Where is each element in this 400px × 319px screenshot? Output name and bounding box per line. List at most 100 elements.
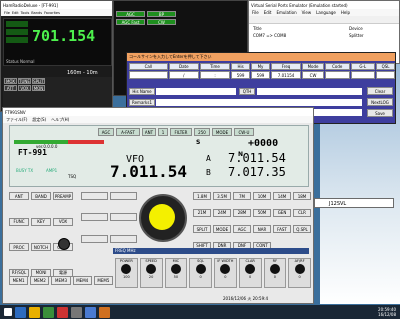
mid-btn-6[interactable] xyxy=(110,234,137,243)
band-10m[interactable]: 10M xyxy=(253,192,271,200)
qth-input[interactable] xyxy=(257,88,362,95)
mode-label[interactable]: MODE xyxy=(212,128,232,136)
preamp-button[interactable]: PREAMP xyxy=(53,192,73,200)
band-18m[interactable]: 18M xyxy=(293,192,311,200)
band-21m[interactable]: 21M xyxy=(193,208,211,217)
split-button[interactable]: SPLIT xyxy=(32,78,45,84)
mid-btn-4[interactable] xyxy=(110,213,137,222)
remarks1-input[interactable] xyxy=(156,99,362,106)
val-qsl-input[interactable] xyxy=(376,71,395,79)
vox-button-ft[interactable]: VOX xyxy=(53,217,73,226)
his-name-input[interactable] xyxy=(156,88,236,95)
ft991-menu-help[interactable]: ヘルプ(H) xyxy=(51,117,69,123)
mid-btn-5[interactable] xyxy=(81,234,108,243)
band-clr[interactable]: CLR xyxy=(293,208,311,217)
agc-button-ft[interactable]: AGC xyxy=(233,225,251,233)
vspe-titlebar[interactable]: Virtual Serial Ports Emulator (Emulation… xyxy=(249,1,399,9)
taskbar-app-7-icon[interactable] xyxy=(99,306,110,318)
mem2-button[interactable]: MEM2 xyxy=(30,276,50,285)
vspe-menu-view[interactable]: View xyxy=(302,10,312,15)
menu-edit[interactable]: Edit xyxy=(12,11,19,15)
ant-value[interactable]: 1 xyxy=(158,128,168,136)
band-24m[interactable]: 24M xyxy=(213,208,231,217)
knob-ifwidth[interactable]: IF WIDTH 0 xyxy=(214,258,237,288)
val-code-input[interactable] xyxy=(324,71,350,79)
vspe-menu-language[interactable]: Language xyxy=(316,10,336,15)
taskbar-app-3-icon[interactable] xyxy=(43,306,54,318)
vspe-row-device[interactable]: COM7 => COM8 xyxy=(253,33,286,38)
band-1.8m[interactable]: 1.8M xyxy=(193,192,211,200)
taskbar-app-2-icon[interactable] xyxy=(29,306,40,318)
band-14m[interactable]: 14M xyxy=(273,192,291,200)
vox-button[interactable]: VOX xyxy=(18,85,31,91)
val-date-input[interactable]: / xyxy=(168,71,199,79)
mon-button[interactable]: MON xyxy=(32,85,45,91)
taskbar-app-6-icon[interactable] xyxy=(85,306,96,318)
knob-afrf[interactable]: AF/RF 0 xyxy=(288,258,311,288)
func-button[interactable]: FUNC xyxy=(9,217,29,226)
mode-button-ft[interactable]: MODE xyxy=(213,225,231,233)
ft991-titlebar[interactable]: FT991SNV xyxy=(3,108,313,116)
menu-tools[interactable]: Tools xyxy=(21,11,30,15)
clear-button[interactable]: Clear xyxy=(367,87,393,95)
band-7m[interactable]: 7M xyxy=(233,192,251,200)
band-28m[interactable]: 28M xyxy=(233,208,251,217)
taskbar-app-1-icon[interactable] xyxy=(15,306,26,318)
knob-rf[interactable]: RF 0 xyxy=(263,258,287,288)
ant-label[interactable]: ANT xyxy=(142,128,156,136)
mox-button[interactable]: MOX xyxy=(4,78,17,84)
filter-value[interactable]: 250 xyxy=(194,128,210,136)
ft991-menu-file[interactable]: ファイル(F) xyxy=(6,117,27,123)
hamradio-titlebar[interactable]: HamRadioDeluxe - [FT-991] xyxy=(1,1,112,9)
key-button[interactable]: KEY xyxy=(31,217,51,226)
nar-button[interactable]: NAR xyxy=(253,225,271,233)
ant-button[interactable]: ANT xyxy=(9,192,29,200)
nextlog-button[interactable]: NextLOG xyxy=(367,98,393,106)
mid-btn-1[interactable] xyxy=(81,192,108,200)
freq-slider-bar[interactable]: FREQ MHz xyxy=(113,248,309,254)
qspl-button[interactable]: Q.SPL xyxy=(293,225,311,233)
menu-favorites[interactable]: Favorites xyxy=(44,11,60,15)
taskbar-clock[interactable]: 20:59:40 16/12/08 xyxy=(378,307,400,317)
knob-mic[interactable]: MIC 50 xyxy=(164,258,188,288)
vspe-menu-emulation[interactable]: Emulation xyxy=(276,10,296,15)
side-btn-cw[interactable]: CW xyxy=(147,19,176,25)
save-button[interactable]: Save xyxy=(367,109,393,117)
split-button-ft[interactable]: SPLIT xyxy=(193,225,211,233)
side-btn-bp[interactable]: BP xyxy=(147,11,176,17)
fast-button[interactable]: FAST xyxy=(273,225,291,233)
knob-power[interactable]: POWER 100 xyxy=(115,258,138,288)
knob-clar[interactable]: CLAR 0 xyxy=(238,258,262,288)
val-freq-input[interactable]: 7.01154 xyxy=(270,71,302,79)
mode-value[interactable]: CW-U xyxy=(234,128,254,136)
mid-btn-2[interactable] xyxy=(110,192,137,200)
knob-speed[interactable]: SPEED 20 xyxy=(139,258,163,288)
logger-titlebar[interactable]: コールサインを入力してEnterを押して下さい xyxy=(127,53,395,61)
agc-label[interactable]: AGC xyxy=(98,128,114,136)
agc-fast-label[interactable]: A-FAST xyxy=(116,128,140,136)
val-his-input[interactable]: 599 xyxy=(231,71,251,79)
val-time-input[interactable]: : xyxy=(199,71,231,79)
mem1-button[interactable]: MEM1 xyxy=(9,276,29,285)
val-mode-input[interactable]: CW xyxy=(302,71,324,79)
vspe-menu-edit[interactable]: Edit xyxy=(264,10,272,15)
mem4-button[interactable]: MEM4 xyxy=(72,276,92,285)
val-call-input[interactable] xyxy=(129,71,168,79)
vspe-menu-file[interactable]: File xyxy=(252,10,259,15)
side-btn-agc[interactable]: AGC xyxy=(116,11,145,17)
menu-bands[interactable]: Bands xyxy=(31,11,42,15)
mem3-button[interactable]: MEM3 xyxy=(51,276,71,285)
band-50m[interactable]: 50M xyxy=(253,208,271,217)
val-my-input[interactable]: 599 xyxy=(251,71,270,79)
mid-btn-3[interactable] xyxy=(81,213,108,222)
menu-file[interactable]: File xyxy=(4,11,10,15)
side-btn-agc-fast[interactable]: AGC Fast xyxy=(116,19,145,25)
knob-sql[interactable]: SQL 0 xyxy=(189,258,212,288)
taskbar-app-4-icon[interactable] xyxy=(57,306,68,318)
tune-button[interactable]: TUNE xyxy=(18,78,31,84)
taskbar-app-5-icon[interactable] xyxy=(71,306,82,318)
vspe-menu-help[interactable]: Help xyxy=(341,10,350,15)
mem5-button[interactable]: MEM5 xyxy=(93,276,114,285)
filter-label[interactable]: FILTER xyxy=(170,128,192,136)
notch-button[interactable]: NOTCH xyxy=(31,243,51,251)
